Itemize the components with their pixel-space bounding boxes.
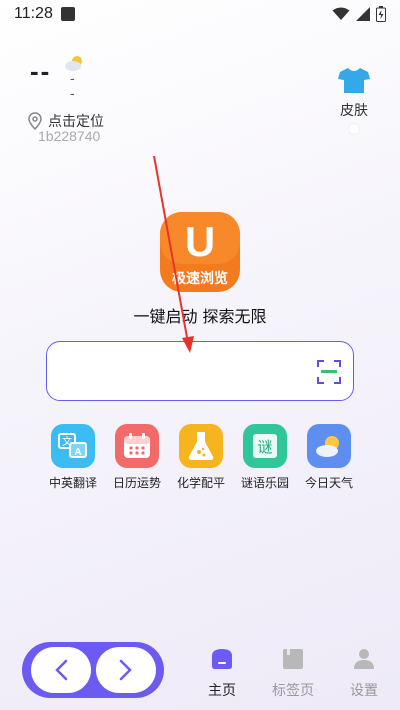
- home-icon: [212, 649, 232, 669]
- skin-button[interactable]: 皮肤: [334, 66, 374, 134]
- logo-text: 极速浏览: [172, 270, 228, 287]
- tab-label: 标签页: [272, 683, 314, 699]
- quick-link-translate[interactable]: 文 A 中英翻译: [49, 424, 97, 491]
- scan-icon[interactable]: [317, 360, 341, 384]
- quick-link-chemistry[interactable]: 化学配平: [177, 424, 225, 491]
- chevron-right-icon: [119, 659, 132, 681]
- skin-label: 皮肤: [340, 103, 368, 119]
- forward-button[interactable]: [95, 647, 156, 693]
- quick-link-riddle[interactable]: 谜 谜语乐园: [241, 424, 289, 491]
- translate-icon: 文 A: [51, 424, 95, 468]
- quick-link-weather[interactable]: 今日天气: [305, 424, 353, 491]
- wifi-icon: [332, 7, 350, 20]
- back-button[interactable]: [30, 647, 91, 693]
- quick-link-label: 化学配平: [176, 476, 225, 490]
- chevron-left-icon: [54, 659, 67, 681]
- svg-text:谜: 谜: [257, 438, 272, 456]
- tab-label: 设置: [350, 683, 378, 699]
- tshirt-icon: [338, 68, 370, 93]
- battery-icon: [376, 6, 386, 22]
- skin-indicator: [349, 124, 359, 134]
- logo-letter: U: [185, 218, 215, 265]
- weather-widget[interactable]: -- --: [30, 56, 82, 102]
- svg-text:A: A: [74, 447, 81, 458]
- status-icons: [332, 6, 386, 22]
- quick-links: 文 A 中英翻译 日历运势 化学配平 谜 谜语乐园 今日天气: [49, 424, 353, 491]
- tab-tabs[interactable]: 标签页: [263, 648, 323, 700]
- quick-link-label: 日历运势: [112, 476, 161, 490]
- flask-icon: [179, 424, 223, 468]
- quick-link-label: 今日天气: [304, 476, 353, 490]
- status-time: 11:28: [14, 5, 53, 22]
- user-icon: [354, 649, 374, 669]
- status-bar: 11:28: [0, 0, 400, 28]
- search-input[interactable]: [46, 341, 354, 401]
- tab-home[interactable]: 主页: [192, 648, 252, 700]
- quick-link-label: 中英翻译: [48, 476, 97, 490]
- riddle-icon: 谜: [243, 424, 287, 468]
- history-nav: [22, 642, 164, 698]
- notification-icon: [60, 7, 75, 21]
- svg-text:文: 文: [62, 435, 72, 448]
- signal-icon: [356, 7, 370, 21]
- weather-icon: [307, 424, 351, 468]
- device-id: 1b228740: [38, 128, 101, 144]
- tab-label: 主页: [208, 683, 236, 699]
- quick-link-label: 谜语乐园: [240, 476, 289, 490]
- temperature-sub: --: [70, 72, 75, 102]
- temperature: --: [30, 56, 52, 86]
- tabs-icon: [283, 649, 303, 669]
- slogan: 一键启动 探索无限: [133, 307, 267, 326]
- app-logo: U 极速浏览: [160, 212, 240, 292]
- quick-link-calendar[interactable]: 日历运势: [113, 424, 161, 491]
- tab-settings[interactable]: 设置: [334, 648, 394, 700]
- calendar-icon: [115, 424, 159, 468]
- partly-cloudy-icon: [65, 56, 82, 71]
